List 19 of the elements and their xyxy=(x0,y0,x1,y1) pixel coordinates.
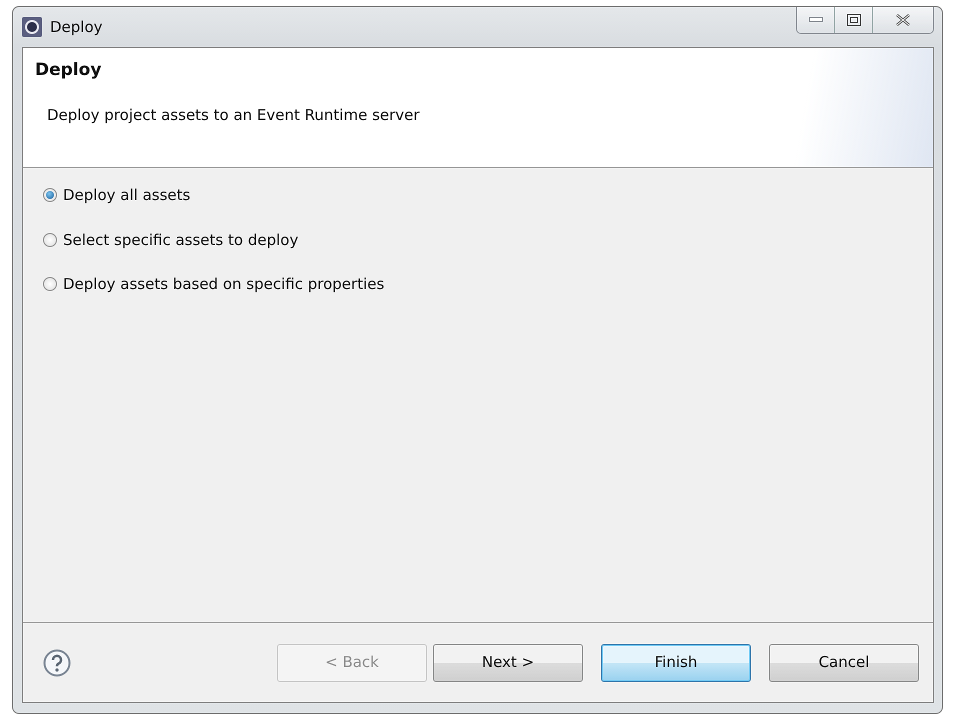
page-title: Deploy xyxy=(35,59,102,82)
page-description: Deploy project assets to an Event Runtime server xyxy=(47,104,421,126)
default-button[interactable]: Finish xyxy=(601,644,751,682)
dialog-button[interactable]: Next > xyxy=(433,644,583,682)
close-icon xyxy=(895,14,911,26)
help-icon[interactable] xyxy=(43,648,71,676)
radio-label[interactable]: Deploy all assets xyxy=(63,184,190,206)
minimize-icon xyxy=(808,17,822,23)
radio-label[interactable]: Select specific assets to deploy xyxy=(63,228,298,251)
maximize-button[interactable] xyxy=(835,7,873,33)
close-button[interactable] xyxy=(873,7,933,33)
radio-button[interactable] xyxy=(43,277,57,292)
maximize-icon xyxy=(846,14,860,26)
dialog-button[interactable]: Cancel xyxy=(769,644,919,682)
window-title: Deploy xyxy=(50,16,103,38)
radio-button[interactable] xyxy=(43,188,57,202)
radio-button[interactable] xyxy=(43,232,57,247)
radio-label[interactable]: Deploy assets based on specific properties xyxy=(63,273,384,296)
app-icon xyxy=(22,17,42,37)
